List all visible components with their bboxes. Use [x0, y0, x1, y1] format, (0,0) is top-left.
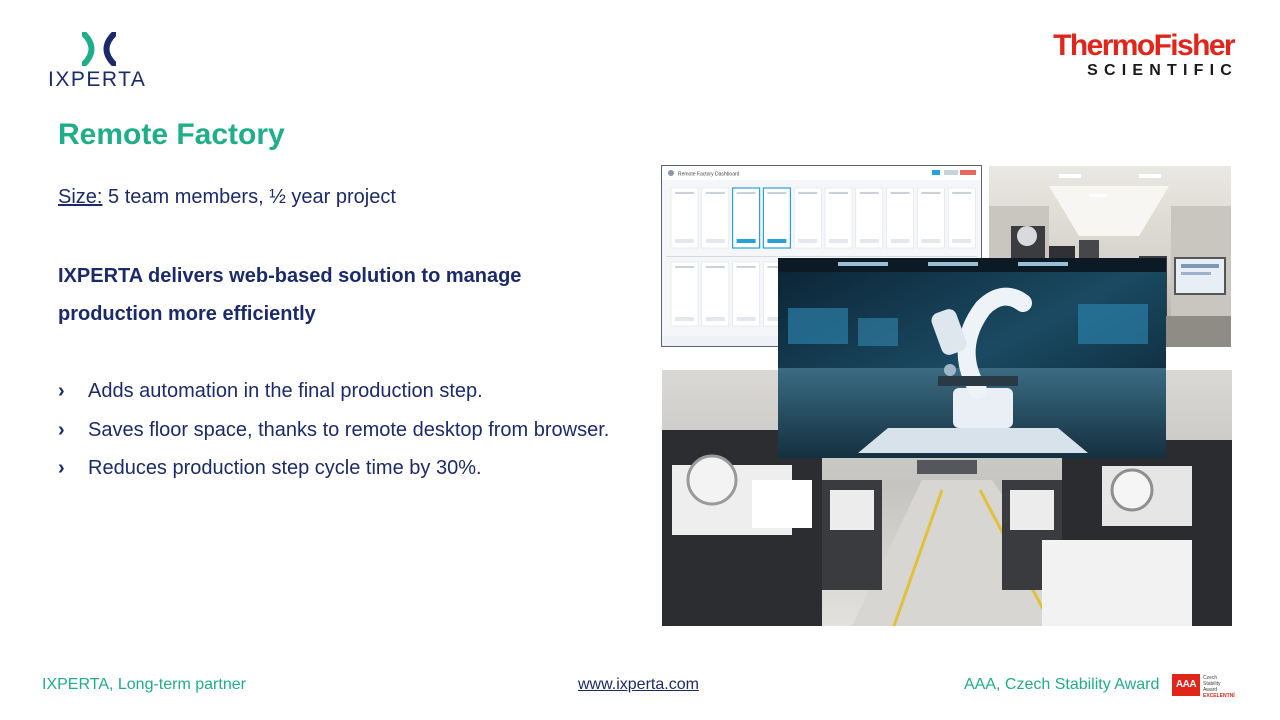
ixperta-mark-icon — [82, 32, 116, 66]
footer-left-text: IXPERTA, Long-term partner — [42, 676, 246, 693]
chevron-right-icon: › — [58, 380, 65, 402]
thermo-fisher-logo: ThermoFisher SCIENTIFIC — [1028, 29, 1235, 84]
microscope-photo — [778, 258, 1166, 458]
project-size-value: 5 team members, ½ year project — [102, 186, 396, 208]
bullet-text: Adds automation in the final production … — [88, 380, 483, 402]
thermo-fisher-logo-line2: SCIENTIFIC — [1087, 62, 1238, 79]
ixperta-logo: IXPERTA — [46, 32, 156, 94]
aaa-badge-main: AAA — [1172, 674, 1200, 696]
project-size: Size: 5 team members, ½ year project — [58, 186, 396, 209]
slide-title: Remote Factory — [58, 118, 285, 151]
aaa-badge: AAA Czech Stability Award EXCELENTNÍ — [1172, 674, 1235, 699]
bullet-text: Saves floor space, thanks to remote desk… — [88, 418, 610, 441]
thermo-fisher-logo-line1: ThermoFisher — [1053, 29, 1235, 62]
project-size-label: Size: — [58, 186, 103, 208]
aaa-badge-caption: Czech Stability Award EXCELENTNÍ — [1203, 675, 1235, 699]
website-link[interactable]: www.ixperta.com — [578, 676, 699, 694]
list-item: › Reduces production step cycle time by … — [58, 449, 618, 488]
aaa-badge-caption-line2: Stability Award — [1203, 681, 1221, 693]
ixperta-logo-text: IXPERTA — [48, 68, 147, 91]
headline: IXPERTA delivers web-based solution to m… — [58, 265, 522, 325]
list-item: › Adds automation in the final productio… — [58, 372, 618, 411]
bullet-list: › Adds automation in the final productio… — [58, 372, 618, 488]
chevron-right-icon: › — [58, 457, 65, 479]
footer-right-text: AAA, Czech Stability Award — [964, 676, 1160, 693]
chevron-right-icon: › — [58, 418, 65, 441]
list-item: › Saves floor space, thanks to remote de… — [58, 411, 618, 450]
bullet-text: Reduces production step cycle time by 30… — [88, 457, 482, 479]
dashboard-app-title: Remote Factory Dashboard — [678, 172, 740, 178]
aaa-badge-caption-line3: EXCELENTNÍ — [1203, 693, 1235, 699]
